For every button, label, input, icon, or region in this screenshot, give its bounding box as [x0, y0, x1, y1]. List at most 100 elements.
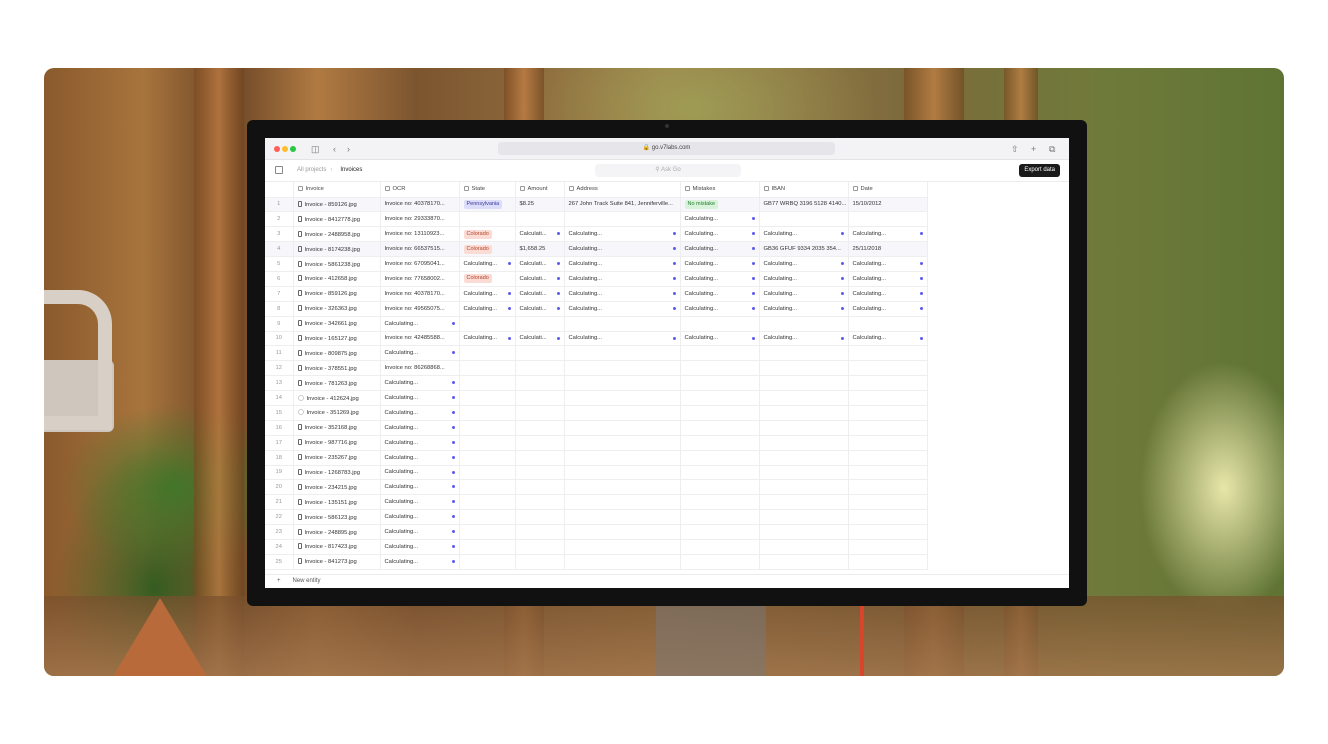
cell-date[interactable]: [848, 524, 928, 540]
table-row[interactable]: 20 Invoice - 234215.jpg Calculating...: [265, 479, 928, 496]
cell-iban[interactable]: [759, 360, 849, 377]
cell-address[interactable]: Calculating...: [564, 286, 681, 302]
cell-date[interactable]: [848, 345, 928, 362]
column-header-amount[interactable]: Amount: [515, 182, 565, 198]
cell-ocr[interactable]: Invoice no: 66537515...: [380, 241, 460, 258]
cell-state[interactable]: [459, 420, 516, 436]
cell-address[interactable]: [564, 465, 681, 481]
cell-file[interactable]: Invoice - 351269.jpg: [293, 405, 381, 421]
cell-ocr[interactable]: Calculating...: [380, 420, 460, 436]
cell-amount[interactable]: [515, 539, 565, 555]
cell-date[interactable]: 25/11/2018: [848, 241, 928, 258]
cell-amount[interactable]: Calculati...: [515, 286, 565, 302]
table-row[interactable]: 5 Invoice - 5861238.jpg Invoice no: 670950…: [265, 256, 928, 272]
cell-amount[interactable]: Calculati...: [515, 271, 565, 287]
cell-mistakes[interactable]: [680, 554, 760, 570]
cell-ocr[interactable]: Calculating...: [380, 465, 460, 481]
cell-state[interactable]: [459, 360, 516, 377]
cell-amount[interactable]: [515, 509, 565, 526]
table-row[interactable]: 13 Invoice - 781263.jpg Calculating...: [265, 375, 928, 392]
cell-ocr[interactable]: Invoice no: 49565075...: [380, 301, 460, 317]
table-row[interactable]: 7 Invoice - 859126.jpg Invoice no: 4037817…: [265, 286, 928, 302]
cell-address[interactable]: Calculating...: [564, 256, 681, 272]
cell-address[interactable]: [564, 494, 681, 511]
cell-file[interactable]: Invoice - 859126.jpg: [293, 197, 381, 213]
cell-amount[interactable]: Calculati...: [515, 256, 565, 272]
cell-mistakes[interactable]: [680, 420, 760, 436]
cell-state[interactable]: [459, 390, 516, 406]
table-row[interactable]: 11 Invoice - 809875.jpg Calculating...: [265, 345, 928, 362]
cell-ocr[interactable]: Invoice no: 86268868...: [380, 360, 460, 377]
cell-date[interactable]: [848, 375, 928, 392]
cell-address[interactable]: Calculating...: [564, 226, 681, 243]
address-bar[interactable]: 🔒 go.v7labs.com: [498, 142, 835, 155]
new-tab-icon[interactable]: +: [1031, 143, 1036, 155]
cell-date[interactable]: [848, 539, 928, 555]
cell-amount[interactable]: [515, 465, 565, 481]
cell-state[interactable]: Colorado: [459, 271, 516, 287]
cell-mistakes[interactable]: Calculating...: [680, 256, 760, 272]
cell-file[interactable]: Invoice - 412624.jpg: [293, 390, 381, 406]
cell-file[interactable]: Invoice - 342661.jpg: [293, 316, 381, 332]
cell-date[interactable]: Calculating...: [848, 271, 928, 287]
cell-state[interactable]: Calculating...: [459, 256, 516, 272]
sidebar-toggle-icon[interactable]: ◫: [311, 143, 320, 155]
cell-state[interactable]: [459, 524, 516, 540]
cell-date[interactable]: Calculating...: [848, 226, 928, 243]
cell-mistakes[interactable]: Calculating...: [680, 301, 760, 317]
cell-state[interactable]: Calculating...: [459, 331, 516, 347]
cell-mistakes[interactable]: [680, 316, 760, 332]
table-row[interactable]: 24 Invoice - 817423.jpg Calculating...: [265, 539, 928, 555]
cell-state[interactable]: [459, 494, 516, 511]
cell-ocr[interactable]: Calculating...: [380, 390, 460, 406]
cell-state[interactable]: Pennsylvania: [459, 197, 516, 213]
cell-mistakes[interactable]: [680, 465, 760, 481]
cell-date[interactable]: [848, 211, 928, 228]
cell-iban[interactable]: [759, 479, 849, 496]
cell-mistakes[interactable]: [680, 524, 760, 540]
cell-date[interactable]: [848, 420, 928, 436]
cell-address[interactable]: [564, 405, 681, 421]
cell-amount[interactable]: [515, 524, 565, 540]
cell-iban[interactable]: Calculating...: [759, 271, 849, 287]
cell-mistakes[interactable]: [680, 450, 760, 466]
cell-amount[interactable]: [515, 494, 565, 511]
cell-state[interactable]: [459, 479, 516, 496]
cell-amount[interactable]: [515, 450, 565, 466]
cell-ocr[interactable]: Calculating...: [380, 316, 460, 332]
cell-file[interactable]: Invoice - 234215.jpg: [293, 479, 381, 496]
table-row[interactable]: 10 Invoice - 165127.jpg Invoice no: 424855…: [265, 331, 928, 347]
cell-file[interactable]: Invoice - 135151.jpg: [293, 494, 381, 511]
cell-date[interactable]: [848, 390, 928, 406]
cell-ocr[interactable]: Invoice no: 77658002...: [380, 271, 460, 287]
cell-iban[interactable]: [759, 524, 849, 540]
cell-state[interactable]: [459, 211, 516, 228]
cell-iban[interactable]: Calculating...: [759, 286, 849, 302]
cell-iban[interactable]: [759, 465, 849, 481]
cell-address[interactable]: [564, 420, 681, 436]
cell-date[interactable]: [848, 450, 928, 466]
cell-iban[interactable]: Calculating...: [759, 226, 849, 243]
cell-file[interactable]: Invoice - 165127.jpg: [293, 331, 381, 347]
table-row[interactable]: 12 Invoice - 378551.jpg Invoice no: 862688…: [265, 360, 928, 377]
cell-file[interactable]: Invoice - 781263.jpg: [293, 375, 381, 392]
table-row[interactable]: 22 Invoice - 586123.jpg Calculating...: [265, 509, 928, 526]
table-row[interactable]: 14 Invoice - 412624.jpg Calculating...: [265, 390, 928, 406]
forward-icon[interactable]: ›: [347, 143, 350, 155]
cell-date[interactable]: [848, 494, 928, 511]
column-header-ocr[interactable]: OCR: [380, 182, 460, 198]
cell-state[interactable]: [459, 509, 516, 526]
sidebar-icon[interactable]: [275, 166, 283, 174]
cell-file[interactable]: Invoice - 326363.jpg: [293, 301, 381, 317]
cell-mistakes[interactable]: [680, 345, 760, 362]
cell-ocr[interactable]: Invoice no: 40378170...: [380, 286, 460, 302]
cell-date[interactable]: [848, 435, 928, 451]
cell-file[interactable]: Invoice - 352168.jpg: [293, 420, 381, 436]
cell-amount[interactable]: [515, 479, 565, 496]
export-data-button[interactable]: Export data: [1019, 164, 1060, 177]
cell-file[interactable]: Invoice - 2488958.jpg: [293, 226, 381, 243]
column-header-date[interactable]: Date: [848, 182, 928, 198]
table-row[interactable]: 16 Invoice - 352168.jpg Calculating...: [265, 420, 928, 436]
cell-amount[interactable]: $1,658.25: [515, 241, 565, 258]
minimize-window-button[interactable]: [282, 146, 288, 152]
